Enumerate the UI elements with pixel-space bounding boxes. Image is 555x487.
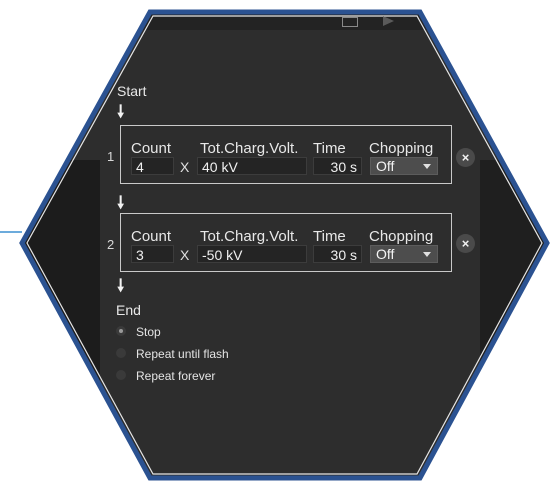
arrow-down-icon: 🠗: [117, 276, 125, 295]
sequence-step-2: Count Tot.Charg.Volt. Time Chopping 3 X …: [120, 213, 452, 272]
end-label: End: [116, 302, 141, 318]
chopping-header: Chopping: [369, 228, 434, 245]
chopping-select[interactable]: Off: [370, 157, 438, 175]
count-input[interactable]: 3: [131, 245, 174, 263]
time-header: Time: [313, 140, 346, 157]
step-number: 2: [107, 237, 115, 252]
arrow-down-icon: 🠗: [117, 193, 125, 212]
start-label: Start: [117, 83, 147, 99]
voltage-input[interactable]: 40 kV: [197, 157, 307, 175]
time-input[interactable]: 30 s: [313, 245, 362, 263]
count-header: Count: [131, 140, 172, 157]
chopping-select[interactable]: Off: [370, 245, 438, 263]
step-number: 1: [107, 149, 115, 164]
radio-icon: [116, 370, 126, 380]
chopping-select-value: Off: [376, 158, 395, 174]
chopping-header: Chopping: [369, 140, 434, 157]
radio-selected-icon: [116, 326, 126, 336]
remove-step-button[interactable]: ×: [456, 148, 475, 167]
chopping-select-value: Off: [376, 246, 395, 262]
multiply-sign: X: [180, 159, 190, 175]
count-input[interactable]: 4: [131, 157, 174, 175]
time-header: Time: [313, 228, 346, 245]
radio-icon: [116, 348, 126, 358]
voltage-input[interactable]: -50 kV: [197, 245, 307, 263]
voltage-header: Tot.Charg.Volt.: [200, 140, 299, 157]
count-header: Count: [131, 228, 172, 245]
arrow-down-icon: 🠗: [117, 102, 125, 121]
play-icon[interactable]: [382, 15, 396, 27]
voltage-header: Tot.Charg.Volt.: [200, 228, 299, 245]
multiply-sign: X: [180, 247, 190, 263]
sequence-step-1: Count Tot.Charg.Volt. Time Chopping 4 X …: [120, 125, 452, 184]
top-toolbar: [22, 12, 547, 30]
end-option-label: Repeat until flash: [136, 347, 229, 361]
time-input[interactable]: 30 s: [313, 157, 362, 175]
chevron-down-icon: [423, 252, 431, 257]
end-option-label: Repeat forever: [136, 369, 216, 383]
end-option-label: Stop: [136, 325, 161, 339]
remove-step-button[interactable]: ×: [456, 234, 475, 253]
folder-icon[interactable]: [342, 16, 358, 28]
chevron-down-icon: [423, 164, 431, 169]
